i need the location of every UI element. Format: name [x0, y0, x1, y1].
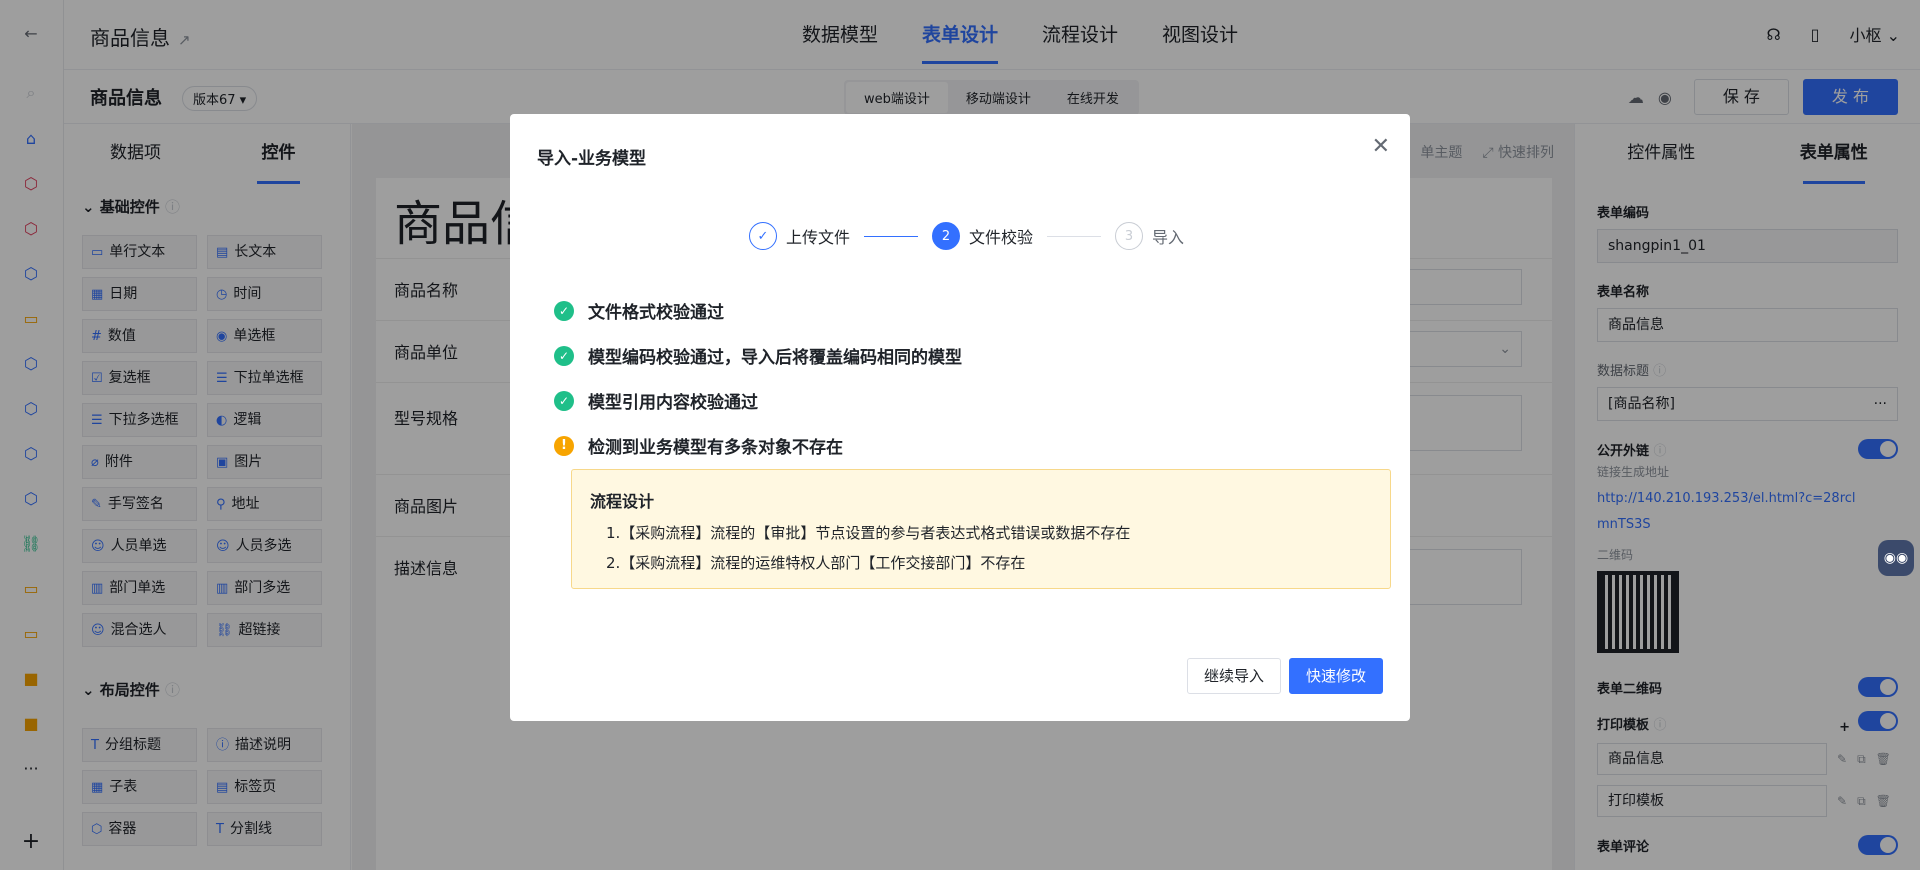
check-text: 模型引用内容校验通过: [588, 393, 758, 413]
app-root: ← ⌕ ⌂ ⬡ ⬡ ⬡ ▭ ⬡ ⬡ ⬡ ⬡ ⛓ ▭ ▭ ■ ■ ··· + 商品…: [0, 0, 1920, 870]
import-steps: ✓ 上传文件 2 文件校验 3 导入: [749, 222, 1184, 250]
quick-fix-button[interactable]: 快速修改: [1288, 658, 1383, 694]
close-icon[interactable]: ✕: [1372, 134, 1390, 159]
check-text: 模型编码校验通过，导入后将覆盖编码相同的模型: [588, 348, 962, 368]
step-connector: [864, 235, 919, 237]
success-check-icon: ✓: [554, 345, 574, 366]
warning-detail-box: 流程设计 1.【采购流程】流程的【审批】节点设置的参与者表达式格式错误或数据不存…: [571, 469, 1391, 589]
step-connector: [1047, 235, 1102, 237]
check-item: ✓ 模型引用内容校验通过: [554, 378, 962, 423]
step-label: 上传文件: [786, 228, 851, 247]
step-label: 导入: [1152, 228, 1185, 247]
success-check-icon: ✓: [554, 300, 574, 321]
notice-item: 1.【采购流程】流程的【审批】节点设置的参与者表达式格式错误或数据不存在: [606, 524, 1131, 542]
import-modal: 导入-业务模型 ✕ ✓ 上传文件 2 文件校验 3 导入 ✓ 文件格式校验通过 ✓…: [510, 114, 1410, 721]
continue-import-button[interactable]: 继续导入: [1186, 658, 1281, 694]
check-item: ✓ 模型编码校验通过，导入后将覆盖编码相同的模型: [554, 333, 962, 378]
step-done-check-icon: ✓: [749, 222, 777, 250]
warning-icon: !: [554, 435, 574, 456]
notice-item: 2.【采购流程】流程的运维特权人部门【工作交接部门】不存在: [606, 554, 1026, 572]
modal-footer: 继续导入 快速修改: [1186, 658, 1383, 694]
step-number: 3: [1115, 222, 1144, 250]
warning-text: 检测到业务模型有多条对象不存在: [588, 438, 843, 458]
check-text: 文件格式校验通过: [588, 303, 724, 323]
assistant-bot-icon[interactable]: ◉◉: [1878, 540, 1914, 576]
notice-title: 流程设计: [590, 492, 655, 511]
success-check-icon: ✓: [554, 390, 574, 411]
step-label: 文件校验: [969, 228, 1034, 247]
warning-item: ! 检测到业务模型有多条对象不存在: [554, 423, 962, 468]
step-number: 2: [932, 222, 961, 250]
check-item: ✓ 文件格式校验通过: [554, 288, 962, 333]
check-results: ✓ 文件格式校验通过 ✓ 模型编码校验通过，导入后将覆盖编码相同的模型 ✓ 模型引用内…: [554, 288, 962, 468]
modal-title: 导入-业务模型: [537, 149, 647, 169]
